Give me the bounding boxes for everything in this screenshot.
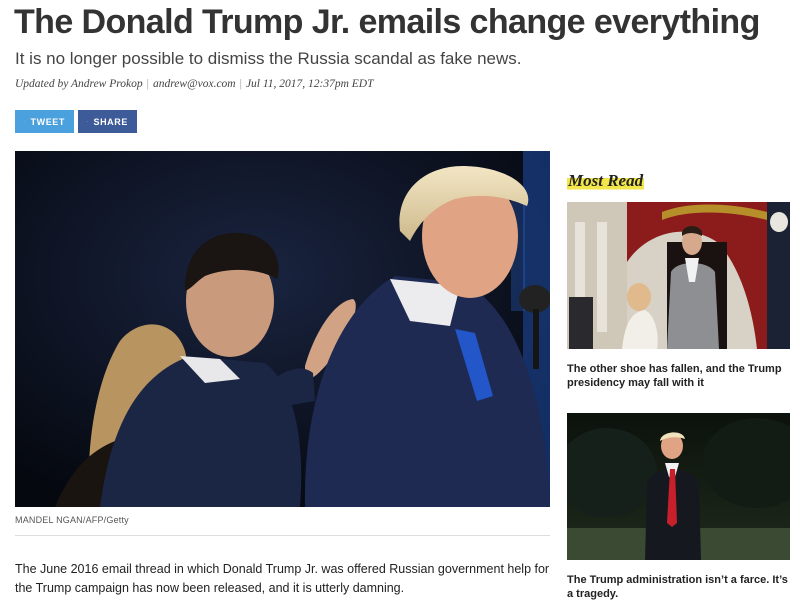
byline-author[interactable]: Updated by Andrew Prokop: [15, 78, 143, 90]
article-dek: It is no longer possible to dismiss the …: [15, 49, 522, 68]
most-read-photo-1: [567, 202, 790, 349]
tweet-label: TWEET: [30, 116, 65, 127]
most-read-thumbnail-2[interactable]: [567, 413, 790, 560]
most-read-heading: Most Read: [567, 171, 645, 191]
twitter-icon: [24, 121, 25, 122]
byline-separator: |: [239, 78, 242, 90]
facebook-share-button[interactable]: SHARE: [78, 110, 137, 133]
most-read-link-1[interactable]: The other shoe has fallen, and the Trump…: [567, 362, 792, 390]
hero-image: [15, 151, 550, 507]
image-credit: MANDEL NGAN/AFP/Getty: [15, 515, 129, 525]
article-body-paragraph: The June 2016 email thread in which Dona…: [15, 562, 550, 595]
article-headline: The Donald Trump Jr. emails change every…: [14, 3, 760, 41]
share-label: SHARE: [93, 116, 128, 127]
byline-date: Jul 11, 2017, 12:37pm EDT: [245, 78, 374, 90]
credit-divider: [15, 535, 550, 536]
byline-separator: |: [146, 78, 149, 90]
hero-photo: [15, 151, 550, 507]
most-read-photo-2: [567, 413, 790, 560]
most-read-link-2[interactable]: The Trump administration isn’t a farce. …: [567, 573, 792, 601]
byline-email[interactable]: andrew@vox.com: [153, 78, 236, 90]
most-read-thumbnail-1[interactable]: [567, 202, 790, 349]
byline: Updated by Andrew Prokop | andrew@vox.com |…: [15, 78, 374, 90]
share-buttons: TWEET SHARE: [15, 110, 137, 133]
tweet-button[interactable]: TWEET: [15, 110, 74, 133]
